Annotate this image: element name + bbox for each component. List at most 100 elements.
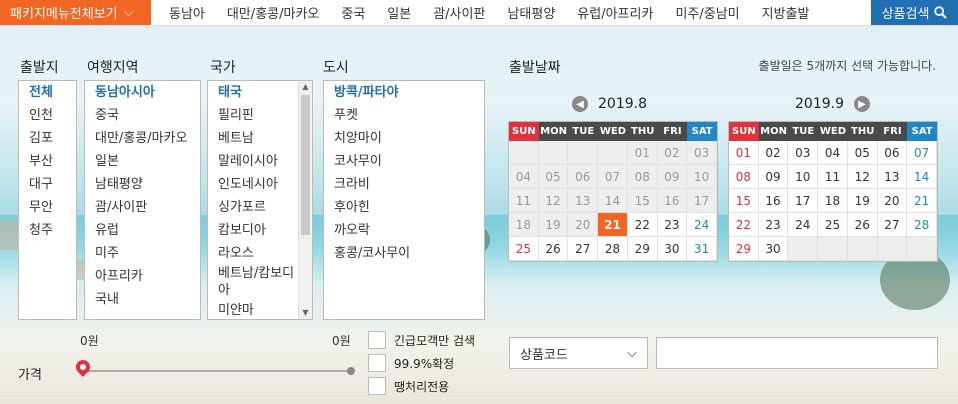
list-item[interactable]: 동남아시아 xyxy=(85,81,200,104)
calendar-day[interactable]: 09 xyxy=(758,165,789,189)
nav-item[interactable]: 동남아 xyxy=(158,3,216,22)
calendar-day[interactable]: 15 xyxy=(729,189,759,213)
calendar-day[interactable]: 20 xyxy=(877,189,908,213)
nav-item[interactable]: 미주/중남미 xyxy=(664,3,750,22)
price-slider-track[interactable] xyxy=(85,370,353,372)
calendar-day[interactable]: 14 xyxy=(907,165,937,189)
calendar-day[interactable]: 04 xyxy=(818,141,848,165)
calendar-day[interactable]: 10 xyxy=(788,165,819,189)
checkbox-box[interactable] xyxy=(368,331,386,349)
list-item[interactable]: 미얀마 xyxy=(208,299,312,319)
calendar-day[interactable]: 23 xyxy=(758,213,789,237)
list-item[interactable]: 괌/사이판 xyxy=(85,196,200,219)
product-code-select[interactable]: 상품코드 ⌵ xyxy=(509,337,648,369)
calendar-day[interactable]: 21 xyxy=(907,189,937,213)
list-item[interactable]: 부산 xyxy=(19,150,76,173)
chevron-right-icon[interactable]: ▶ xyxy=(854,96,870,112)
calendar-day[interactable]: 17 xyxy=(788,189,819,213)
list-item[interactable]: 대만/홍콩/마카오 xyxy=(85,127,200,150)
calendar-day[interactable]: 05 xyxy=(847,141,878,165)
calendar-day[interactable]: 22 xyxy=(627,213,658,237)
package-menu-button[interactable]: 패키지메뉴전체보기 ⌵ xyxy=(0,0,151,25)
list-item[interactable]: 말레이시아 xyxy=(208,150,312,173)
list-item[interactable]: 대구 xyxy=(19,173,76,196)
calendar-day[interactable]: 24 xyxy=(788,213,819,237)
checkbox-box[interactable] xyxy=(368,377,386,395)
nav-item[interactable]: 지방출발 xyxy=(751,3,821,22)
list-item[interactable]: 아프리카 xyxy=(85,265,200,288)
calendar-day[interactable]: 18 xyxy=(818,189,848,213)
calendar-day[interactable]: 02 xyxy=(758,141,789,165)
scroll-down-icon[interactable]: ▼ xyxy=(299,307,312,319)
list-item[interactable]: 남태평양 xyxy=(85,173,200,196)
calendar-day[interactable]: 08 xyxy=(729,165,759,189)
list-item[interactable]: 크라비 xyxy=(324,173,484,196)
calendar-day[interactable]: 21 xyxy=(598,213,628,237)
list-item[interactable]: 아 xyxy=(208,282,312,299)
country-scrollbar[interactable]: ▲ ▼ xyxy=(298,81,312,319)
list-item[interactable]: 미주 xyxy=(85,242,200,265)
calendar-day[interactable]: 06 xyxy=(877,141,908,165)
list-item[interactable]: 청주 xyxy=(19,219,76,242)
list-item[interactable]: 후아힌 xyxy=(324,196,484,219)
list-item[interactable]: 까오락 xyxy=(324,219,484,242)
list-item[interactable]: 중국 xyxy=(85,104,200,127)
price-slider-max-handle[interactable] xyxy=(347,367,355,375)
nav-item[interactable]: 괌/사이판 xyxy=(422,3,496,22)
calendar-day[interactable]: 22 xyxy=(729,213,759,237)
list-item[interactable]: 인도네시아 xyxy=(208,173,312,196)
calendar-day[interactable]: 26 xyxy=(847,213,878,237)
scroll-thumb[interactable] xyxy=(301,95,310,235)
calendar-day[interactable]: 31 xyxy=(687,237,717,261)
product-code-input[interactable] xyxy=(656,337,938,369)
calendar-day[interactable]: 12 xyxy=(847,165,878,189)
list-item[interactable]: 필리핀 xyxy=(208,104,312,127)
calendar-day[interactable]: 26 xyxy=(538,237,569,261)
urgent-only-checkbox[interactable]: 긴급모객만 검색 xyxy=(368,331,475,349)
nav-item[interactable]: 유럽/아프리카 xyxy=(566,3,664,22)
calendar-day[interactable]: 29 xyxy=(729,237,759,261)
nav-item[interactable]: 일본 xyxy=(376,3,422,22)
calendar-day[interactable]: 24 xyxy=(687,213,717,237)
nav-item[interactable]: 대만/홍콩/마카오 xyxy=(216,3,330,22)
calendar-day[interactable]: 28 xyxy=(907,213,937,237)
confirmed-checkbox[interactable]: 99.9%확정 xyxy=(368,354,454,372)
calendar-day[interactable]: 07 xyxy=(907,141,937,165)
list-item[interactable]: 태국 xyxy=(208,81,312,104)
list-item[interactable]: 치앙마이 xyxy=(324,127,484,150)
checkbox-box[interactable] xyxy=(368,354,386,372)
product-search-button[interactable]: 상품검색 xyxy=(871,0,958,25)
calendar-day[interactable]: 03 xyxy=(788,141,819,165)
calendar-day[interactable]: 25 xyxy=(509,237,539,261)
chevron-left-icon[interactable]: ◀ xyxy=(572,96,588,112)
nav-item[interactable]: 중국 xyxy=(330,3,376,22)
list-item[interactable]: 일본 xyxy=(85,150,200,173)
calendar-day[interactable]: 16 xyxy=(758,189,789,213)
list-item[interactable]: 인천 xyxy=(19,104,76,127)
calendar-day[interactable]: 01 xyxy=(729,141,759,165)
calendar-day[interactable]: 30 xyxy=(758,237,789,261)
list-item[interactable]: 푸켓 xyxy=(324,104,484,127)
list-item[interactable]: 방콕/파타야 xyxy=(324,81,484,104)
list-item[interactable]: 코사무이 xyxy=(324,150,484,173)
list-item[interactable]: 베트남 xyxy=(208,127,312,150)
calendar-day[interactable]: 11 xyxy=(818,165,848,189)
list-item[interactable]: 라오스 xyxy=(208,242,312,265)
calendar-day[interactable]: 23 xyxy=(657,213,688,237)
list-item[interactable]: 전체 xyxy=(19,81,76,104)
calendar-day[interactable]: 29 xyxy=(627,237,658,261)
list-item[interactable]: 베트남/캄보디 xyxy=(208,265,312,282)
list-item[interactable]: 홍콩/코사무이 xyxy=(324,242,484,265)
calendar-day[interactable]: 13 xyxy=(877,165,908,189)
list-item[interactable]: 유럽 xyxy=(85,219,200,242)
scroll-up-icon[interactable]: ▲ xyxy=(299,81,312,93)
calendar-day[interactable]: 28 xyxy=(598,237,628,261)
calendar-day[interactable]: 27 xyxy=(877,213,908,237)
calendar-day[interactable]: 27 xyxy=(568,237,599,261)
list-item[interactable]: 국내 xyxy=(85,288,200,311)
calendar-day[interactable]: 25 xyxy=(818,213,848,237)
clearance-checkbox[interactable]: 땡처리전용 xyxy=(368,377,449,395)
list-item[interactable]: 무안 xyxy=(19,196,76,219)
list-item[interactable]: 싱가포르 xyxy=(208,196,312,219)
list-item[interactable]: 김포 xyxy=(19,127,76,150)
